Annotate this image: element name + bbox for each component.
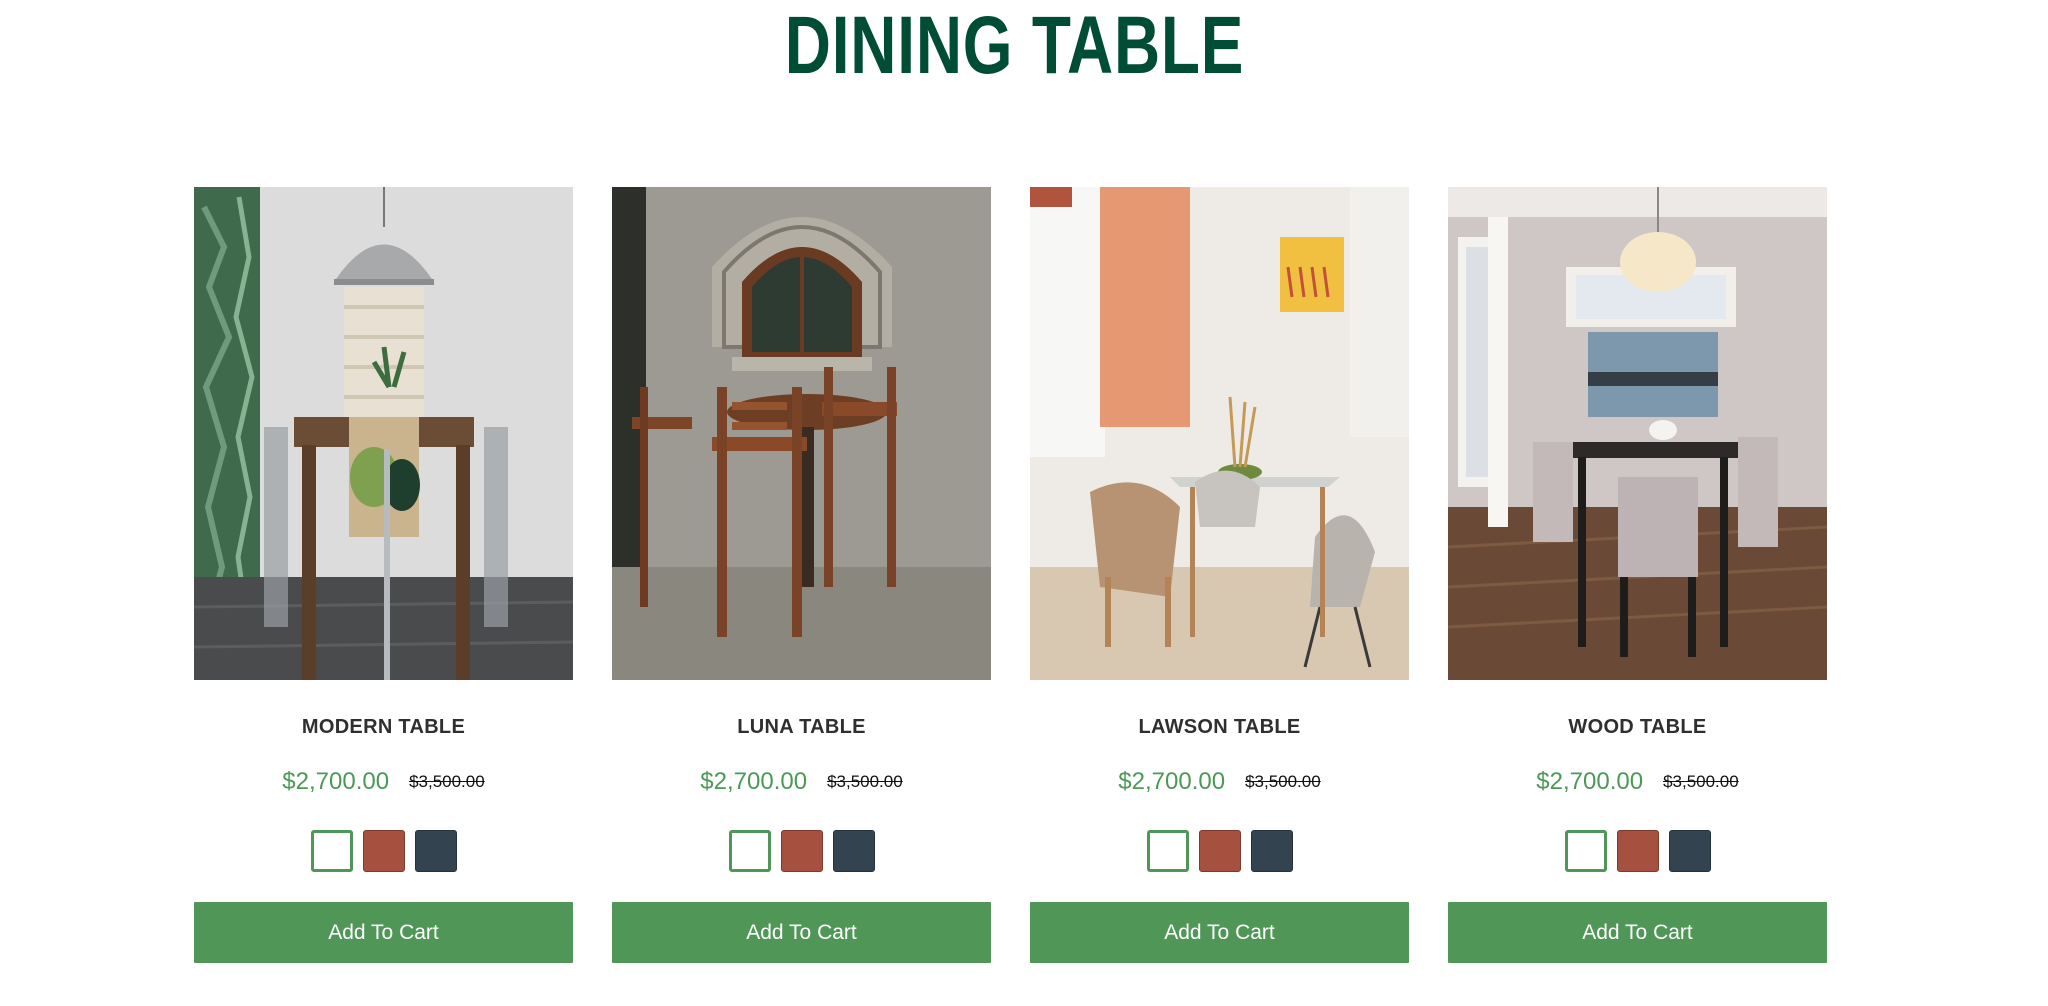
swatch-terracotta[interactable] [1198,830,1241,872]
add-to-cart-button[interactable]: Add To Cart [194,902,573,963]
swatch-white[interactable] [1146,830,1189,872]
product-old-price: $3,500.00 [1245,772,1321,791]
lawson-table-photo [1030,187,1409,680]
swatch-terracotta[interactable] [780,830,823,872]
price-row: $2,700.00 $3,500.00 [1118,767,1320,797]
swatch-slate[interactable] [1668,830,1711,872]
product-old-price: $3,500.00 [1663,772,1739,791]
color-swatches [310,830,457,872]
product-price: $2,700.00 [700,768,808,795]
product-old-price: $3,500.00 [409,772,485,791]
color-swatches [1564,830,1711,872]
product-name[interactable]: LAWSON TABLE [1138,716,1300,744]
add-to-cart-button[interactable]: Add To Cart [1448,902,1827,963]
swatch-white[interactable] [310,830,353,872]
product-image-lawson-table[interactable] [1030,187,1409,680]
product-card-luna-table: LUNA TABLE $2,700.00 $3,500.00 Add To Ca… [612,187,991,963]
product-name[interactable]: WOOD TABLE [1568,716,1706,744]
product-image-modern-table[interactable] [194,187,573,680]
product-old-price: $3,500.00 [827,772,903,791]
color-swatches [1146,830,1293,872]
price-row: $2,700.00 $3,500.00 [282,767,484,797]
add-to-cart-button[interactable]: Add To Cart [1030,902,1409,963]
product-card-wood-table: WOOD TABLE $2,700.00 $3,500.00 Add To Ca… [1448,187,1827,963]
price-row: $2,700.00 $3,500.00 [700,767,902,797]
product-image-luna-table[interactable] [612,187,991,680]
swatch-white[interactable] [1564,830,1607,872]
product-price: $2,700.00 [282,768,390,795]
swatch-slate[interactable] [414,830,457,872]
modern-table-photo [194,187,573,680]
swatch-terracotta[interactable] [1616,830,1659,872]
luna-table-photo [612,187,991,680]
swatch-slate[interactable] [1250,830,1293,872]
product-grid: MODERN TABLE $2,700.00 $3,500.00 Add To … [194,187,1846,963]
swatch-slate[interactable] [832,830,875,872]
price-row: $2,700.00 $3,500.00 [1536,767,1738,797]
section-title: DINING TABLE [784,0,1245,91]
swatch-white[interactable] [728,830,771,872]
product-name[interactable]: LUNA TABLE [737,716,866,744]
wood-table-photo [1448,187,1827,680]
product-price: $2,700.00 [1536,768,1644,795]
add-to-cart-button[interactable]: Add To Cart [612,902,991,963]
product-price: $2,700.00 [1118,768,1226,795]
swatch-terracotta[interactable] [362,830,405,872]
color-swatches [728,830,875,872]
product-card-modern-table: MODERN TABLE $2,700.00 $3,500.00 Add To … [194,187,573,963]
product-card-lawson-table: LAWSON TABLE $2,700.00 $3,500.00 Add To … [1030,187,1409,963]
product-name[interactable]: MODERN TABLE [302,716,465,744]
product-image-wood-table[interactable] [1448,187,1827,680]
